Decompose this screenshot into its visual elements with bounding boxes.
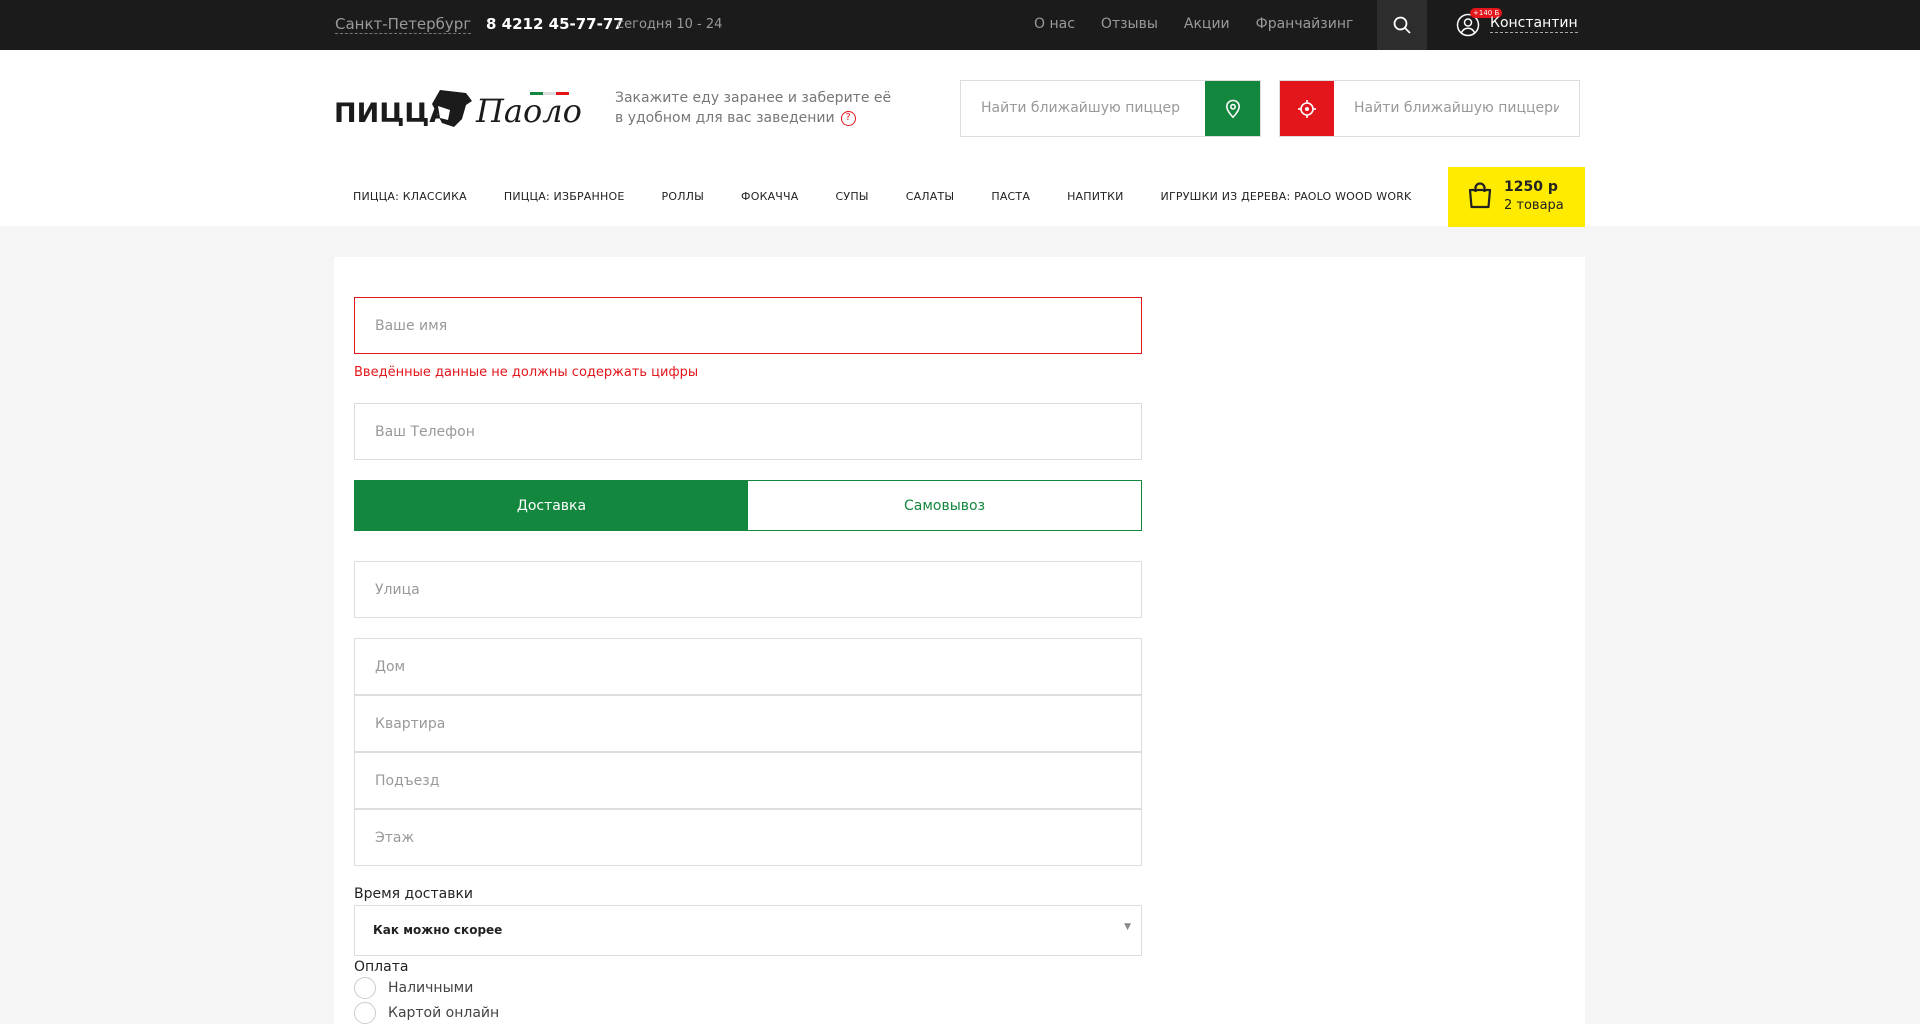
chevron-down-icon: ▼ bbox=[1124, 922, 1131, 932]
floor-field[interactable]: Этаж bbox=[354, 809, 1142, 866]
find-pizzeria-search[interactable]: Найти ближайшую пиццерию bbox=[960, 80, 1261, 137]
top-link-about[interactable]: О нас bbox=[1034, 16, 1075, 33]
cart-total: 1250 р bbox=[1504, 179, 1558, 195]
main-menu: Пицца: классика Пицца: избранное Роллы Ф… bbox=[353, 190, 1448, 204]
pickup-option[interactable]: Самовывоз bbox=[748, 481, 1141, 530]
find-pizzeria-input-2[interactable]: Найти ближайшую пиццерию bbox=[1354, 100, 1559, 116]
menu-item-wood-toys[interactable]: Игрушки из дерева: Paolo Wood Work bbox=[1161, 190, 1412, 204]
phone-placeholder: Ваш Телефон bbox=[375, 424, 475, 440]
tagline: Закажите еду заранее и заберите её в удо… bbox=[615, 88, 895, 128]
entrance-placeholder: Подъезд bbox=[375, 773, 440, 789]
menu-item-salads[interactable]: Салаты bbox=[906, 190, 955, 204]
shopping-bag-icon bbox=[1468, 182, 1492, 209]
map-pin-icon bbox=[1225, 99, 1240, 118]
help-icon[interactable]: ? bbox=[840, 110, 856, 126]
header: ПИЦЦА Паоло Закажите еду заранее и забер… bbox=[0, 50, 1920, 227]
logo-image: ПИЦЦА Паоло bbox=[334, 90, 582, 130]
cart-count: 2 товара bbox=[1504, 198, 1564, 213]
cart-button[interactable]: 1250 р 2 товара bbox=[1448, 167, 1585, 227]
logo[interactable]: ПИЦЦА Паоло bbox=[334, 82, 586, 134]
city-selector[interactable]: Санкт-Петербург bbox=[335, 15, 472, 34]
top-bar: Санкт-Петербург 8 4212 45-77-77 сегодня … bbox=[0, 0, 1920, 50]
name-field[interactable]: Ваше имя bbox=[354, 297, 1142, 354]
street-field[interactable]: Улица bbox=[354, 561, 1142, 618]
tagline-line-2: в удобном для вас заведении bbox=[615, 110, 835, 126]
phone-number[interactable]: 8 4212 45-77-77 bbox=[486, 15, 624, 33]
target-icon bbox=[1298, 99, 1316, 118]
top-links: О нас Отзывы Акции Франчайзинг bbox=[1034, 16, 1379, 33]
payment-card-label: Картой онлайн bbox=[388, 1005, 500, 1021]
menu-item-soups[interactable]: Супы bbox=[836, 190, 869, 204]
street-placeholder: Улица bbox=[375, 582, 420, 598]
delivery-time-select[interactable]: Как можно скорее ▼ bbox=[354, 905, 1142, 956]
user-name[interactable]: Константин bbox=[1490, 15, 1578, 33]
flat-placeholder: Квартира bbox=[375, 716, 446, 732]
find-pizzeria-input[interactable]: Найти ближайшую пиццерию bbox=[981, 100, 1181, 116]
delivery-time-label: Время доставки bbox=[354, 886, 474, 902]
menu-item-pizza-favorites[interactable]: Пицца: избранное bbox=[504, 190, 625, 204]
name-placeholder: Ваше имя bbox=[375, 318, 448, 334]
payment-label: Оплата bbox=[354, 959, 409, 975]
radio-button[interactable] bbox=[354, 1002, 376, 1024]
menu-item-focaccia[interactable]: Фокачча bbox=[741, 190, 798, 204]
house-field[interactable]: Дом bbox=[354, 638, 1142, 695]
user-account[interactable]: +140 Б Константин bbox=[1456, 8, 1578, 39]
top-link-franchise[interactable]: Франчайзинг bbox=[1256, 16, 1354, 33]
search-button[interactable] bbox=[1377, 0, 1427, 50]
delivery-time-value: Как можно скорее bbox=[373, 923, 503, 937]
working-hours: сегодня 10 - 24 bbox=[617, 17, 723, 32]
search-icon bbox=[1393, 16, 1411, 34]
order-form: Ваше имя Введённые данные не должны соде… bbox=[334, 257, 1585, 1024]
top-link-reviews[interactable]: Отзывы bbox=[1101, 16, 1158, 33]
name-error-message: Введённые данные не должны содержать циф… bbox=[354, 365, 699, 380]
menu-item-pasta[interactable]: Паста bbox=[991, 190, 1030, 204]
payment-cash-label: Наличными bbox=[388, 980, 474, 996]
find-pizzeria-geolocate[interactable]: Найти ближайшую пиццерию bbox=[1279, 80, 1580, 137]
phone-field[interactable]: Ваш Телефон bbox=[354, 403, 1142, 460]
entrance-field[interactable]: Подъезд bbox=[354, 752, 1142, 809]
floor-placeholder: Этаж bbox=[375, 830, 415, 846]
svg-text:Паоло: Паоло bbox=[475, 92, 582, 130]
radio-button[interactable] bbox=[354, 977, 376, 999]
menu-item-rolls[interactable]: Роллы bbox=[662, 190, 705, 204]
tagline-line-1: Закажите еду заранее и заберите её bbox=[615, 90, 892, 106]
map-pin-button[interactable] bbox=[1205, 81, 1260, 136]
top-link-promotions[interactable]: Акции bbox=[1184, 16, 1230, 33]
flat-field[interactable]: Квартира bbox=[354, 695, 1142, 752]
menu-item-drinks[interactable]: Напитки bbox=[1067, 190, 1123, 204]
menu-item-pizza-classic[interactable]: Пицца: классика bbox=[353, 190, 467, 204]
delivery-option[interactable]: Доставка bbox=[355, 481, 748, 530]
house-placeholder: Дом bbox=[375, 659, 406, 675]
geolocate-button[interactable] bbox=[1280, 81, 1334, 136]
delivery-type-toggle: Доставка Самовывоз bbox=[354, 480, 1142, 531]
